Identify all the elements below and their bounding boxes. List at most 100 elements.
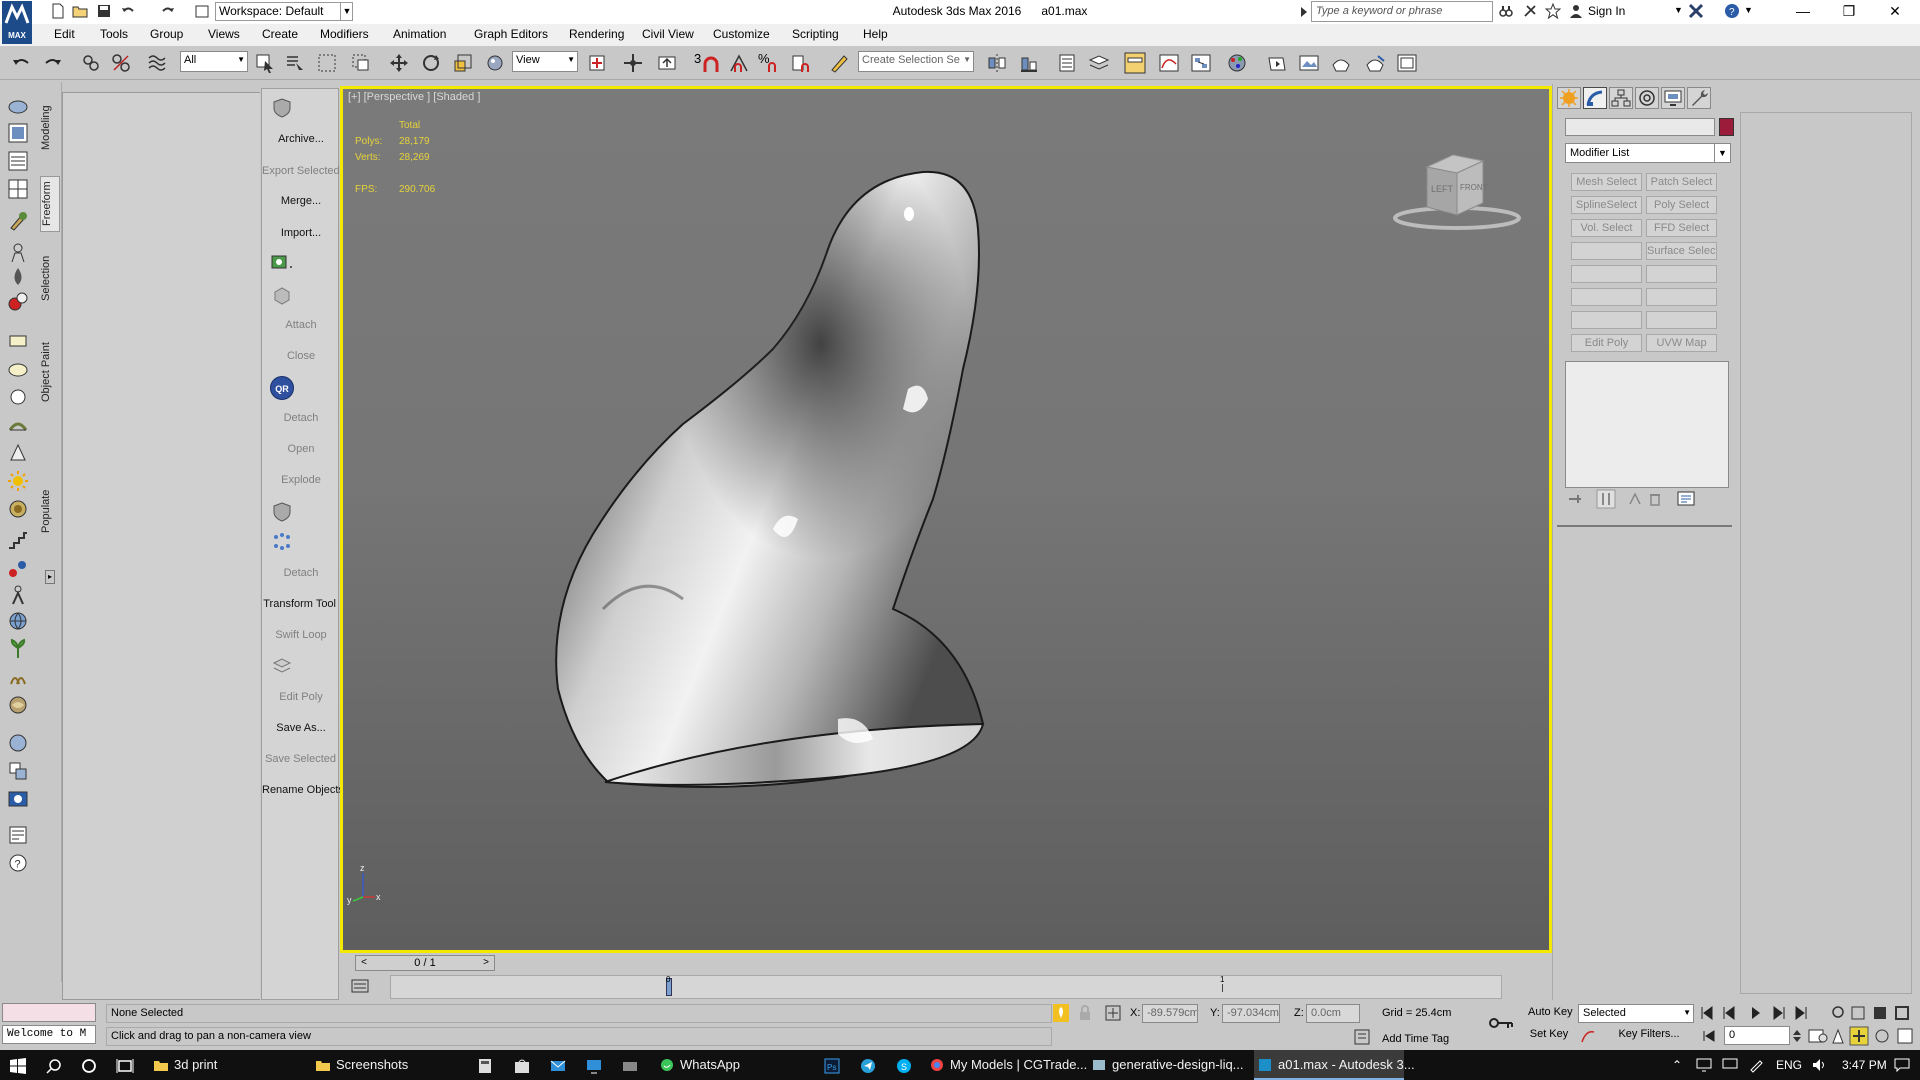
menu-create[interactable]: Create (262, 27, 298, 41)
language-indicator[interactable]: ENG (1776, 1050, 1802, 1080)
ffd-select-button[interactable]: FFD Select (1646, 219, 1717, 237)
pin-stack-icon[interactable] (1566, 490, 1584, 508)
keyboard-shortcut-override-icon[interactable] (656, 52, 678, 74)
track-bar[interactable]: 0 1 (390, 975, 1502, 999)
search-icon[interactable] (46, 1058, 62, 1074)
x-coord-field[interactable]: -89.579cm (1142, 1004, 1198, 1023)
workspace-dropdown[interactable]: Workspace: Default (215, 2, 353, 21)
photoshop-icon[interactable]: Ps (824, 1058, 840, 1074)
perspective-viewport[interactable]: [+] [Perspective ] [Shaded ] Total Polys… (340, 86, 1552, 953)
sun-light-icon[interactable] (7, 470, 29, 492)
poly-select-button[interactable]: Poly Select (1646, 196, 1717, 214)
next-frame-icon[interactable] (1773, 1006, 1785, 1020)
set-key-mode-key-icon[interactable] (1488, 1014, 1514, 1032)
modifier-slot-empty-3[interactable] (1646, 265, 1717, 283)
taskbar-item-whatsapp[interactable]: WhatsApp (656, 1050, 752, 1080)
current-frame-field[interactable]: 0 (1724, 1026, 1790, 1045)
schematic-view-icon[interactable] (1190, 52, 1212, 74)
set-key-button[interactable]: Set Key (1524, 1026, 1574, 1045)
store-icon[interactable] (514, 1058, 530, 1074)
sphere-primitive-icon[interactable] (7, 386, 29, 408)
window-crossing-icon[interactable] (350, 52, 372, 74)
tab-utilities[interactable] (1687, 87, 1711, 109)
tab-modeling[interactable]: Modeling (40, 100, 60, 156)
disc-primitive-icon[interactable] (7, 358, 29, 380)
menu-tools[interactable]: Tools (100, 27, 128, 41)
snap-toggle-icon[interactable] (700, 52, 722, 74)
cortana-icon[interactable] (81, 1058, 97, 1074)
maxscript-mini-listener[interactable]: Welcome to M (2, 1025, 96, 1044)
time-slider-prev-button[interactable]: < (357, 956, 371, 970)
object-name-field[interactable] (1565, 118, 1715, 136)
render-setup-icon[interactable] (1266, 52, 1288, 74)
spinner-snap-icon[interactable] (790, 52, 812, 74)
search-expand-icon[interactable] (1300, 6, 1308, 18)
percent-snap-icon[interactable] (762, 52, 784, 74)
taskbar-item-3dsmax[interactable]: a01.max - Autodesk 3... (1254, 1050, 1415, 1080)
viewport-sphere-icon[interactable] (7, 732, 29, 754)
menu-rendering[interactable]: Rendering (569, 27, 624, 41)
toggle-ribbon-icon[interactable] (1124, 52, 1146, 74)
qr-badge-icon[interactable]: QR (270, 376, 294, 400)
tab-populate[interactable]: Populate (40, 482, 60, 540)
key-mode-dropdown[interactable]: Selected ▼ (1578, 1004, 1694, 1023)
key-mode-toggle-icon[interactable] (1702, 1030, 1716, 1042)
export-selected-button[interactable]: Export Selected (262, 165, 340, 177)
vol-select-button[interactable]: Vol. Select (1571, 219, 1642, 237)
plane-primitive-icon[interactable] (7, 330, 29, 352)
select-manipulate-icon[interactable] (622, 52, 644, 74)
undo-icon[interactable] (10, 52, 32, 74)
notifications-icon[interactable] (1894, 1058, 1910, 1072)
foliage-icon[interactable] (7, 638, 29, 660)
time-tag-icon[interactable] (1354, 1028, 1370, 1046)
link-icon[interactable] (80, 52, 102, 74)
redo-icon[interactable] (42, 52, 64, 74)
menu-edit[interactable]: Edit (54, 27, 75, 41)
selection-filter-dropdown[interactable]: All ▼ (180, 51, 248, 72)
render-production-icon[interactable] (1330, 52, 1352, 74)
save-as-button[interactable]: Save As... (262, 722, 340, 734)
skype-icon[interactable]: S (896, 1058, 912, 1074)
desktop-app-icon[interactable] (586, 1058, 602, 1074)
go-to-end-icon[interactable] (1795, 1006, 1807, 1020)
save-selected-button[interactable]: Save Selected (262, 753, 340, 765)
ribbon-collapse-icon[interactable]: ▸ (45, 570, 55, 584)
search-input[interactable]: Type a keyword or phrase (1311, 1, 1493, 22)
tab-object-paint[interactable]: Object Paint (40, 332, 60, 412)
tab-hierarchy[interactable] (1609, 87, 1633, 109)
patch-select-button[interactable]: Patch Select (1646, 173, 1717, 191)
unlink-icon[interactable] (110, 52, 132, 74)
menu-animation[interactable]: Animation (393, 27, 446, 41)
open-file-icon[interactable] (72, 3, 88, 19)
auto-key-button[interactable]: Auto Key (1524, 1004, 1574, 1023)
rectangular-selection-icon[interactable] (316, 52, 338, 74)
zoom-icon[interactable] (1832, 1006, 1844, 1018)
angle-snap-icon[interactable] (728, 52, 750, 74)
maxscript-mini-listener-top[interactable] (2, 1003, 96, 1022)
script-listener-icon[interactable] (7, 824, 29, 846)
menu-views[interactable]: Views (208, 27, 240, 41)
isolate-selection-icon[interactable] (1053, 1004, 1069, 1022)
select-by-name-icon[interactable] (284, 52, 306, 74)
help-icon[interactable]: ? (1724, 3, 1740, 19)
restore-button[interactable]: ❐ (1826, 0, 1872, 24)
archive-button[interactable]: Archive... (262, 133, 340, 145)
mini-curve-editor-icon[interactable] (350, 978, 372, 996)
maximize-viewport-icon[interactable] (1897, 1028, 1913, 1044)
tab-freeform[interactable]: Freeform (40, 176, 60, 232)
network-app-icon[interactable] (622, 1058, 638, 1074)
render-teapot-icon[interactable] (7, 788, 29, 810)
swift-loop-button[interactable]: Swift Loop (262, 629, 340, 641)
import-button[interactable]: Import... (262, 227, 340, 239)
edit-named-selection-icon[interactable] (828, 52, 850, 74)
explode-button[interactable]: Explode (262, 474, 340, 486)
time-slider[interactable]: < 0 / 1 > (355, 955, 495, 971)
cloth-icon[interactable] (7, 694, 29, 716)
tab-selection[interactable]: Selection (40, 248, 60, 308)
create-panel-shortcut-icon[interactable] (7, 94, 29, 116)
help-chevron-down-icon[interactable]: ▼ (1744, 5, 1753, 15)
task-view-icon[interactable] (116, 1058, 134, 1074)
render-in-cloud-icon[interactable] (1396, 52, 1418, 74)
menu-scripting[interactable]: Scripting (792, 27, 839, 41)
communication-center-icon[interactable] (1522, 3, 1538, 19)
